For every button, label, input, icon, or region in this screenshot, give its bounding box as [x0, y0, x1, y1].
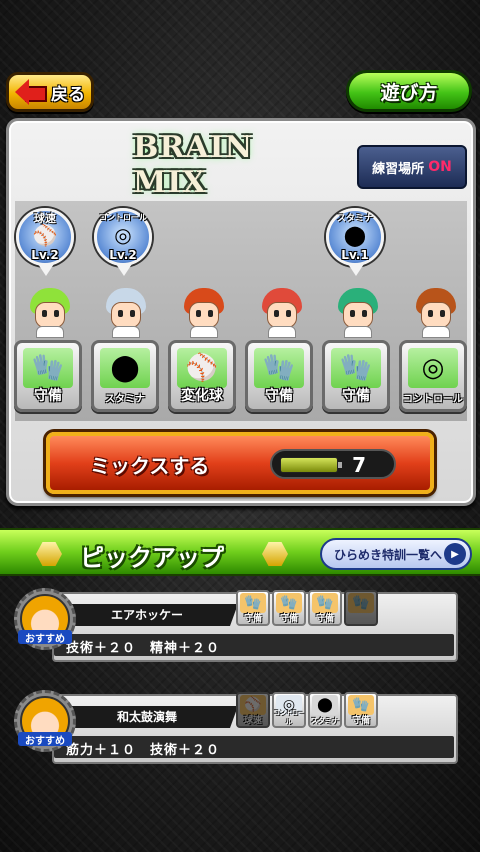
character-3: [178, 288, 230, 338]
glove-icon: 🧤: [348, 593, 374, 613]
character-2: [100, 288, 152, 338]
glove-icon: 🧤: [276, 593, 302, 613]
practice-location-toggle[interactable]: 練習場所 ON: [357, 145, 467, 189]
mix-button[interactable]: ミックスする 7: [46, 432, 434, 494]
item-name: 和太鼓演舞: [116, 710, 177, 724]
battery-count: 7: [270, 449, 396, 479]
card-label: 守備: [342, 388, 370, 404]
stamina-icon: ⬤: [312, 695, 338, 715]
item-stats: 筋力＋１０ 技術＋２０: [66, 743, 221, 758]
glove-icon: 🧤: [240, 593, 266, 613]
how-to-play-button[interactable]: 遊び方: [346, 70, 472, 112]
battery-count-value: 7: [352, 453, 366, 477]
training-list-label: ひらめき特訓一覧へ: [334, 547, 443, 562]
mix-button-label: ミックスする: [90, 454, 210, 478]
recommended-badge: おすすめ: [18, 732, 72, 747]
pickup-item-1[interactable]: エアホッケー 🧤 守備 🧤 守備 🧤 守備 🧤 技術＋２０ 精神＋２０ おすすめ: [14, 588, 460, 666]
pickup-item-2[interactable]: 和太鼓演舞 ⚾ 球速 ◎ コントロール ⬤ スタミナ 🧤 守備 筋力＋１０ 技術＋２０ …: [14, 690, 460, 768]
skill-bubble-fastball: ⚾ 球速 Lv.2: [12, 208, 78, 278]
skill-card-1[interactable]: 🧤 守備: [14, 340, 82, 412]
item-skill-4: 🧤 守備: [344, 692, 378, 728]
training-list-button[interactable]: ひらめき特訓一覧へ ▶: [320, 538, 472, 570]
glove-icon: 🧤: [254, 348, 304, 388]
fastball-icon: ⚾: [240, 695, 266, 715]
stamina-icon: ⬤: [100, 348, 150, 388]
item-skill-1: ⚾ 球速: [236, 692, 270, 728]
bubble-level: Lv.2: [109, 248, 137, 262]
skill-card-4[interactable]: 🧤 守備: [245, 340, 313, 412]
back-arrow-icon: [15, 79, 47, 105]
battery-icon: [280, 457, 342, 473]
card-label: 守備: [34, 388, 62, 404]
card-label: 変化球: [181, 388, 223, 404]
brain-mix-logo: BRAIN MIX: [133, 130, 254, 200]
item-skill-2: ◎ コントロール: [272, 692, 306, 728]
bubble-title: スタミナ: [336, 214, 373, 224]
bubble-title: 球速: [34, 212, 56, 225]
practice-label: 練習場所: [372, 161, 425, 177]
pickup-banner: ピックアップ ひらめき特訓一覧へ ▶: [0, 528, 480, 576]
pickup-title: ピックアップ: [80, 544, 224, 572]
glove-icon: 🧤: [23, 348, 73, 388]
glove-icon: 🧤: [312, 593, 338, 613]
skill-bubble-stamina: ⬤ スタミナ Lv.1: [322, 208, 388, 278]
back-button[interactable]: 戻る: [6, 72, 94, 112]
item-skill-1: 🧤 守備: [236, 590, 270, 626]
bubble-level: Lv.1: [341, 248, 369, 262]
recommended-badge: おすすめ: [18, 630, 72, 645]
item-stats: 技術＋２０ 精神＋２０: [66, 641, 221, 656]
target-icon: ◎: [114, 223, 132, 247]
item-name: エアホッケー: [110, 608, 183, 622]
card-label: スタミナ: [105, 394, 145, 405]
skill-card-3[interactable]: ⚾ 変化球: [168, 340, 236, 412]
bubble-title: コントロール: [99, 213, 147, 222]
card-label: コントロール: [403, 394, 463, 405]
hex-icon: [262, 542, 288, 566]
skill-card-5[interactable]: 🧤 守備: [322, 340, 390, 412]
item-skill-2: 🧤 守備: [272, 590, 306, 626]
glove-icon: 🧤: [348, 695, 374, 715]
back-button-label: 戻る: [51, 84, 85, 105]
play-arrow-icon: ▶: [444, 543, 466, 565]
glove-icon: 🧤: [331, 348, 381, 388]
stamina-icon: ⬤: [343, 223, 367, 247]
bubble-level: Lv.2: [31, 248, 59, 262]
skill-bubble-control: ◎ コントロール Lv.2: [90, 208, 156, 278]
character-1: [24, 288, 76, 338]
skill-card-6[interactable]: ◎ コントロール: [399, 340, 467, 412]
practice-state: ON: [428, 159, 452, 175]
character-4: [256, 288, 308, 338]
hex-icon: [36, 542, 62, 566]
character-6: [410, 288, 462, 338]
breaking-ball-icon: ⚾: [177, 348, 227, 388]
card-label: 守備: [265, 388, 293, 404]
item-skill-3: 🧤 守備: [308, 590, 342, 626]
item-skill-3: ⬤ スタミナ: [308, 692, 342, 728]
skill-card-2[interactable]: ⬤ スタミナ: [91, 340, 159, 412]
item-skill-4: 🧤: [344, 590, 378, 626]
character-5: [332, 288, 384, 338]
target-icon: ◎: [408, 348, 458, 388]
